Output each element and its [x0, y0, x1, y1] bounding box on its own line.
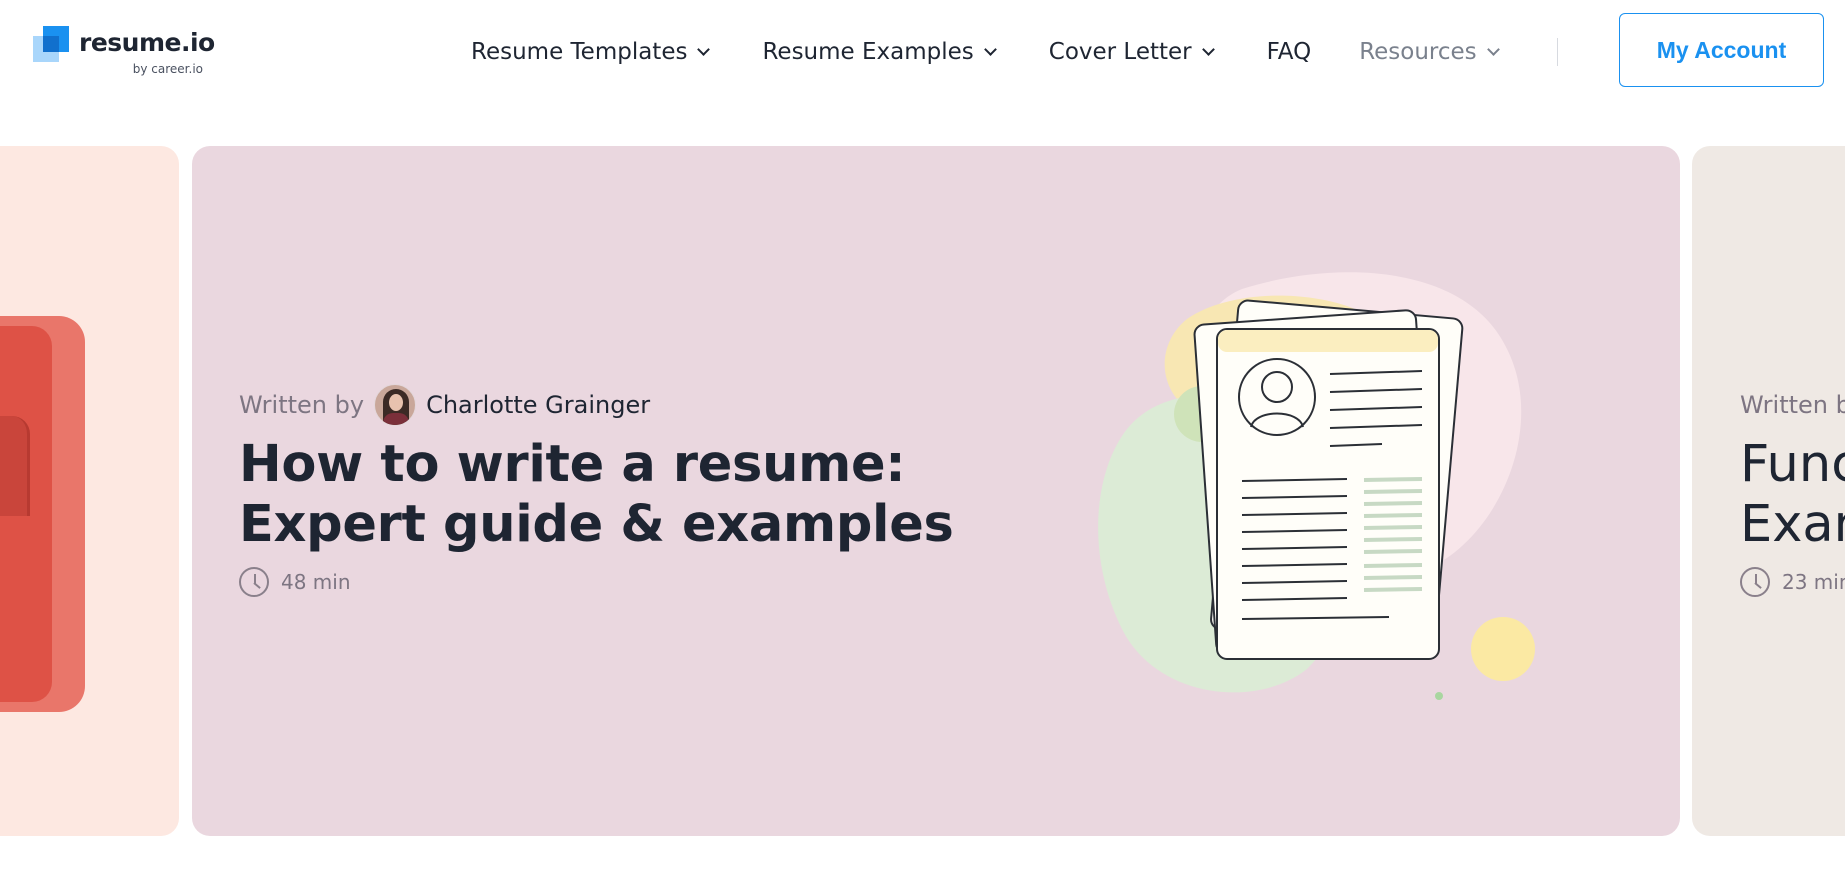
author-name[interactable]: Charlotte Grainger: [426, 391, 650, 419]
chevron-down-icon: [1201, 42, 1215, 56]
article-byline: Written by Charlotte Grainger: [239, 383, 650, 427]
resume-document-illustration: [1098, 272, 1535, 700]
logo-wordmark: resume.io: [79, 28, 215, 57]
main-nav: Resume Templates Resume Examples Cover L…: [471, 34, 1552, 70]
article-title[interactable]: How to write a resume: Expert guide & ex…: [239, 435, 999, 555]
read-time-value: 48 min: [281, 570, 351, 594]
nav-resume-templates[interactable]: Resume Templates: [471, 39, 711, 65]
next-read-time-value: 23 min: [1782, 570, 1845, 594]
site-header: resume.io by career.io Resume Templates …: [0, 0, 1845, 104]
next-article-title[interactable]: Func Exan: [1740, 435, 1845, 555]
nav-resume-templates-label: Resume Templates: [471, 39, 688, 65]
chevron-down-icon: [697, 42, 711, 56]
article-card-featured[interactable]: Written by Charlotte Grainger How to wri…: [192, 146, 1680, 836]
article-card-next[interactable]: Written b Func Exan 23 min: [1692, 146, 1845, 836]
written-by-label: Written by: [239, 391, 365, 419]
folder-illustration: [0, 316, 85, 712]
my-account-button[interactable]: My Account: [1619, 13, 1824, 87]
nav-divider: [1557, 38, 1558, 66]
author-avatar: [374, 384, 417, 426]
next-read-time: 23 min: [1740, 566, 1845, 598]
clock-icon: [239, 567, 269, 597]
article-card-previous[interactable]: [0, 146, 179, 836]
nav-faq-label: FAQ: [1266, 39, 1312, 65]
clock-icon: [1740, 567, 1770, 597]
read-time: 48 min: [239, 566, 351, 598]
nav-resources[interactable]: Resources: [1359, 39, 1500, 65]
nav-resources-label: Resources: [1359, 39, 1477, 65]
logo-tagline: by career.io: [132, 62, 203, 76]
chevron-down-icon: [1486, 42, 1500, 56]
next-article-title-line1: Func: [1740, 435, 1845, 494]
nav-cover-letter-label: Cover Letter: [1048, 39, 1192, 65]
chevron-down-icon: [983, 42, 997, 56]
next-written-by-label: Written b: [1740, 391, 1845, 419]
resume-io-logo[interactable]: resume.io by career.io: [33, 26, 215, 78]
next-article-title-line2: Exan: [1740, 495, 1845, 554]
nav-resume-examples[interactable]: Resume Examples: [762, 39, 997, 65]
nav-resume-examples-label: Resume Examples: [762, 39, 974, 65]
logo-mark-icon: [33, 26, 69, 62]
nav-cover-letter[interactable]: Cover Letter: [1048, 39, 1215, 65]
nav-faq[interactable]: FAQ: [1267, 39, 1312, 65]
